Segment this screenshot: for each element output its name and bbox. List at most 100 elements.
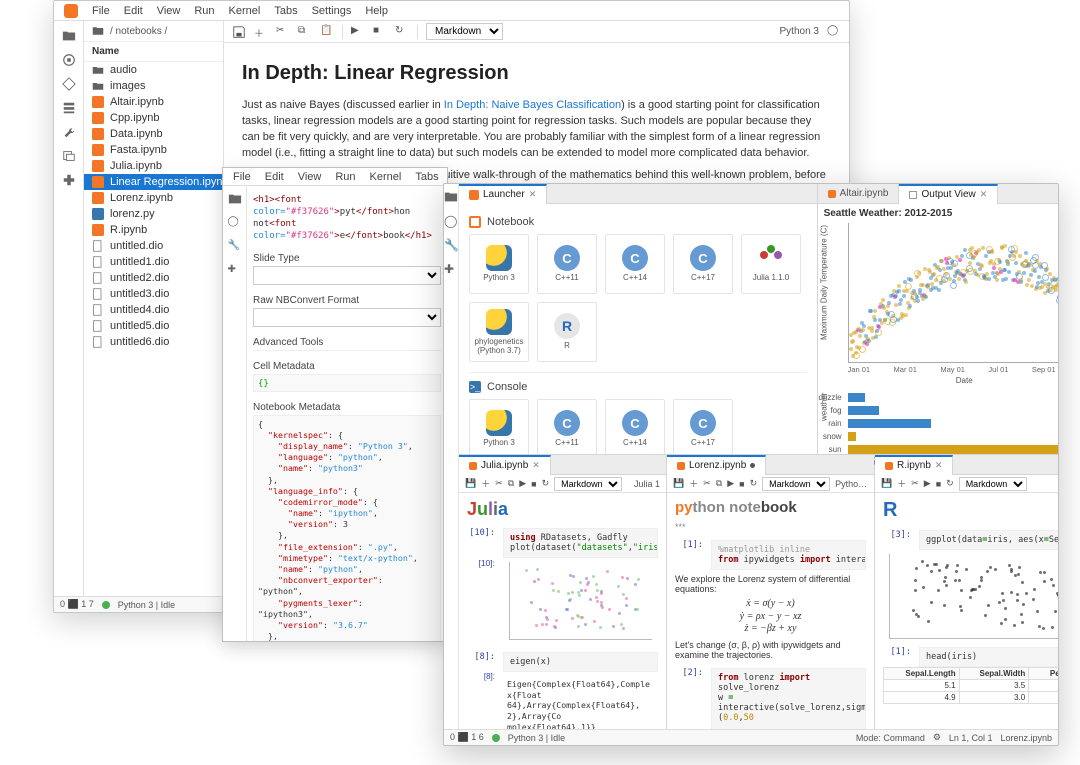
file-row[interactable]: lorenz.py bbox=[84, 206, 223, 222]
running-icon[interactable]: ◯ bbox=[228, 216, 242, 230]
restart-icon[interactable]: ↻ bbox=[542, 478, 550, 489]
kernel-name[interactable]: Python 3 bbox=[780, 26, 819, 37]
extension-icon[interactable] bbox=[62, 173, 76, 187]
breadcrumb[interactable]: / notebooks / bbox=[84, 21, 223, 42]
add-icon[interactable]: ＋ bbox=[689, 477, 698, 490]
code[interactable]: ggplot(data=iris, aes(x=Sepal.Len bbox=[919, 530, 1059, 550]
menu-item[interactable]: Run bbox=[335, 171, 355, 183]
file-row[interactable]: Linear Regression.ipynb bbox=[84, 174, 223, 190]
file-row[interactable]: audio bbox=[84, 62, 223, 78]
wrench-icon[interactable]: 🔧 bbox=[228, 240, 242, 254]
menu-item[interactable]: Tabs bbox=[274, 5, 297, 17]
add-icon[interactable]: ＋ bbox=[481, 477, 490, 490]
wrench-icon[interactable] bbox=[62, 125, 76, 139]
menu-item[interactable]: Edit bbox=[265, 171, 284, 183]
launcher-card[interactable]: CC++11 bbox=[537, 234, 597, 294]
launcher-card[interactable]: CC++17 bbox=[673, 399, 733, 454]
stop-icon[interactable]: ■ bbox=[531, 479, 536, 489]
file-row[interactable]: Data.ipynb bbox=[84, 126, 223, 142]
launcher-card[interactable]: Python 3 bbox=[469, 234, 529, 294]
kernel-name[interactable]: Julia 1 bbox=[634, 479, 660, 489]
cut-icon[interactable]: ✂ bbox=[495, 478, 503, 489]
cell-type-select[interactable]: Markdown bbox=[554, 477, 622, 491]
menu-item[interactable]: Help bbox=[365, 5, 388, 17]
close-icon[interactable]: ✕ bbox=[532, 460, 540, 471]
add-icon[interactable]: ＋ bbox=[254, 25, 268, 39]
running-icon[interactable] bbox=[62, 53, 76, 67]
launcher-card[interactable]: Julia 1.1.0 bbox=[741, 234, 801, 294]
run-icon[interactable]: ▶ bbox=[727, 478, 734, 489]
code[interactable]: head(iris) bbox=[919, 647, 1059, 667]
wrench-icon[interactable]: 🔧 bbox=[444, 238, 458, 252]
close-icon[interactable]: ✕ bbox=[980, 189, 988, 200]
close-icon[interactable]: ✕ bbox=[935, 460, 943, 471]
menu-item[interactable]: File bbox=[92, 5, 110, 17]
save-icon[interactable]: 💾 bbox=[465, 478, 476, 489]
folder-icon[interactable] bbox=[62, 29, 76, 43]
extension-icon[interactable]: ✚ bbox=[444, 262, 458, 276]
file-row[interactable]: Julia.ipynb bbox=[84, 158, 223, 174]
copy-icon[interactable]: ⧉ bbox=[298, 25, 312, 39]
save-icon[interactable]: 💾 bbox=[881, 478, 892, 489]
run-icon[interactable]: ▶ bbox=[519, 478, 526, 489]
launcher-card[interactable]: Python 3 bbox=[469, 399, 529, 454]
file-row[interactable]: untitled4.dio bbox=[84, 302, 223, 318]
run-icon[interactable]: ▶ bbox=[924, 478, 931, 489]
file-row[interactable]: Altair.ipynb bbox=[84, 94, 223, 110]
folder-icon[interactable] bbox=[444, 190, 458, 204]
file-row[interactable]: untitled6.dio bbox=[84, 334, 223, 350]
file-row[interactable]: untitled.dio bbox=[84, 238, 223, 254]
file-row[interactable]: images bbox=[84, 78, 223, 94]
code[interactable]: %matplotlib inline from ipywidgets impor… bbox=[711, 540, 866, 570]
menu-item[interactable]: Kernel bbox=[229, 5, 261, 17]
code[interactable]: eigen(x) bbox=[503, 652, 658, 672]
cut-icon[interactable]: ✂ bbox=[911, 478, 919, 489]
stop-icon[interactable]: ■ bbox=[936, 479, 941, 489]
file-row[interactable]: Cpp.ipynb bbox=[84, 110, 223, 126]
tab-julia[interactable]: Julia.ipynb ✕ bbox=[459, 455, 551, 475]
paste-icon[interactable]: 📋 bbox=[320, 25, 334, 39]
launcher-card[interactable]: CC++17 bbox=[673, 234, 733, 294]
tab-altair[interactable]: Altair.ipynb bbox=[818, 184, 900, 204]
cell-metadata[interactable]: {} bbox=[253, 374, 441, 392]
folder-icon[interactable] bbox=[228, 192, 242, 206]
run-icon[interactable]: ▶ bbox=[351, 25, 365, 39]
copy-icon[interactable]: ⧉ bbox=[508, 478, 514, 489]
raw-format-select[interactable] bbox=[253, 308, 441, 327]
cell-type-select[interactable]: Markdown bbox=[426, 23, 503, 40]
menu-item[interactable]: File bbox=[233, 171, 251, 183]
stop-icon[interactable]: ■ bbox=[373, 25, 387, 39]
stop-icon[interactable]: ■ bbox=[739, 479, 744, 489]
tab-r[interactable]: R.ipynb ✕ bbox=[875, 455, 953, 475]
file-row[interactable]: untitled2.dio bbox=[84, 270, 223, 286]
tab-launcher[interactable]: Launcher ✕ bbox=[459, 184, 547, 204]
git-icon[interactable] bbox=[62, 77, 76, 91]
file-row[interactable]: Lorenz.ipynb bbox=[84, 190, 223, 206]
commands-icon[interactable] bbox=[62, 101, 76, 115]
kernel-name[interactable]: Python 3 bbox=[835, 479, 868, 489]
add-icon[interactable]: ＋ bbox=[897, 477, 906, 490]
save-icon[interactable]: 💾 bbox=[673, 478, 684, 489]
tab-output-view[interactable]: Output View ✕ bbox=[899, 184, 998, 204]
menu-item[interactable]: Edit bbox=[124, 5, 143, 17]
restart-icon[interactable]: ↻ bbox=[946, 478, 954, 489]
menu-item[interactable]: View bbox=[298, 171, 322, 183]
cut-icon[interactable]: ✂ bbox=[276, 25, 290, 39]
menu-item[interactable]: Run bbox=[194, 5, 214, 17]
launcher-card[interactable]: CC++14 bbox=[605, 234, 665, 294]
file-row[interactable]: R.ipynb bbox=[84, 222, 223, 238]
launcher-card[interactable]: RR bbox=[537, 302, 597, 362]
cell-type-select[interactable]: Markdown bbox=[762, 477, 830, 491]
file-row[interactable]: untitled5.dio bbox=[84, 318, 223, 334]
restart-icon[interactable]: ↻ bbox=[395, 25, 409, 39]
file-row[interactable]: Fasta.ipynb bbox=[84, 142, 223, 158]
save-icon[interactable] bbox=[232, 25, 246, 39]
gear-icon[interactable]: ⚙ bbox=[933, 732, 941, 743]
menu-item[interactable]: Settings bbox=[312, 5, 352, 17]
launcher-card[interactable]: phylogenetics (Python 3.7) bbox=[469, 302, 529, 362]
restart-icon[interactable]: ↻ bbox=[750, 478, 758, 489]
menu-item[interactable]: View bbox=[157, 5, 181, 17]
tab-lorenz[interactable]: Lorenz.ipynb bbox=[667, 455, 766, 475]
file-row[interactable]: untitled3.dio bbox=[84, 286, 223, 302]
notebook-metadata[interactable]: { "kernelspec": { "display_name": "Pytho… bbox=[253, 415, 441, 641]
